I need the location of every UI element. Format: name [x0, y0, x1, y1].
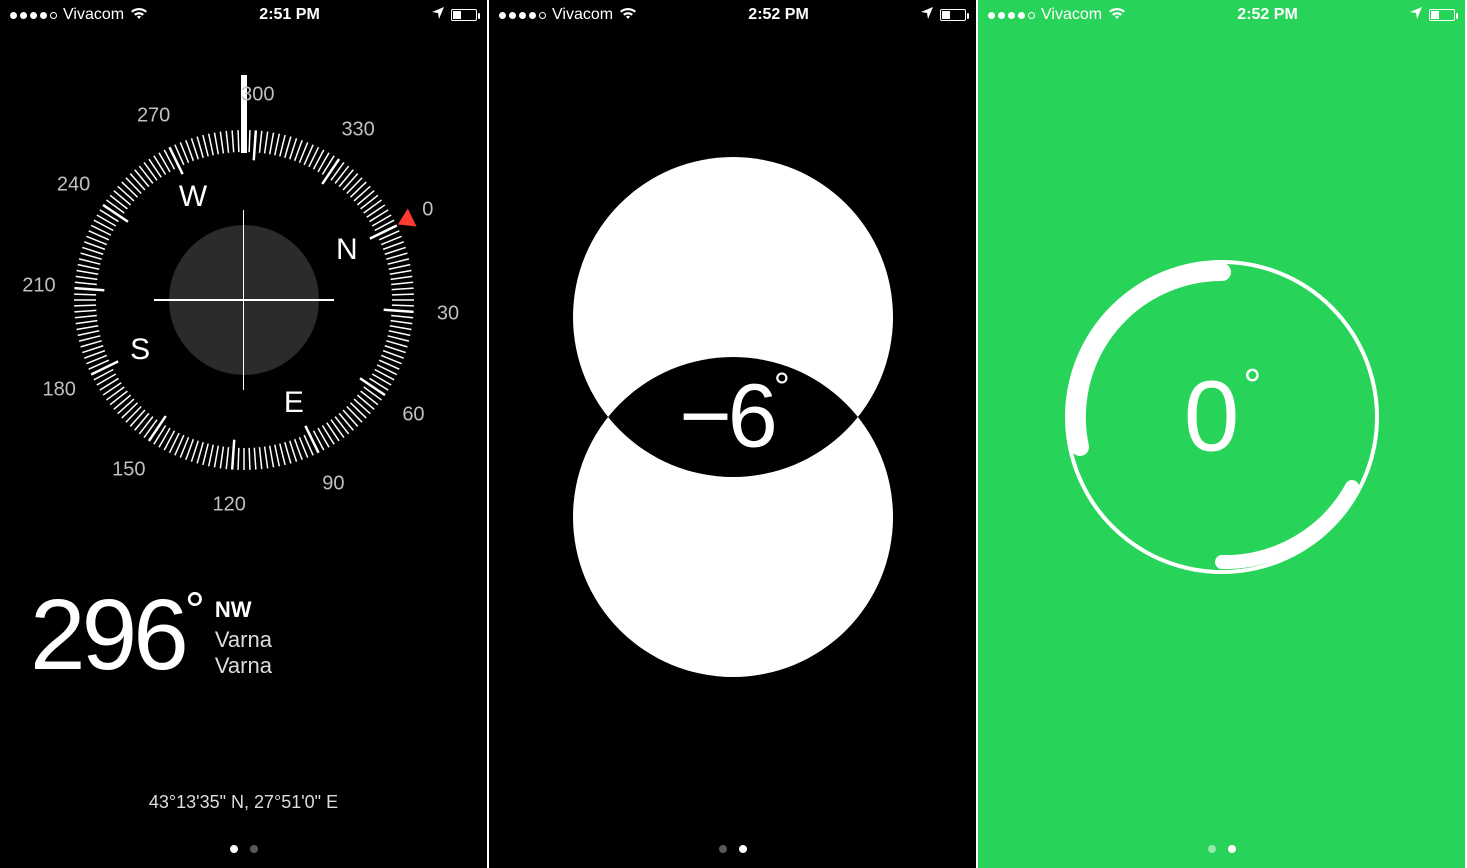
page-indicator[interactable]	[978, 845, 1465, 853]
signal-strength-icon	[10, 12, 57, 19]
signal-strength-icon	[988, 12, 1035, 19]
cardinal-label: E	[284, 386, 304, 420]
location-icon	[1409, 6, 1423, 25]
degree-label: 150	[112, 458, 145, 481]
location-region: Varna	[215, 653, 272, 679]
heading-degrees: 296°	[30, 585, 201, 685]
degree-label: 30	[437, 303, 459, 326]
coordinates-label: 43°13'35" N, 27°51'0" E	[0, 792, 487, 813]
level-screen-flat[interactable]: Vivacom 2:52 PM 0°	[978, 0, 1467, 868]
page-dot[interactable]	[250, 845, 258, 853]
cardinal-label: N	[336, 233, 358, 267]
degree-label: 180	[43, 378, 76, 401]
battery-icon	[1429, 9, 1455, 21]
page-indicator[interactable]	[489, 845, 976, 853]
location-city: Varna	[215, 627, 272, 653]
clock-label: 2:52 PM	[748, 6, 808, 24]
degree-label: 240	[57, 174, 90, 197]
clock-label: 2:51 PM	[259, 6, 319, 24]
degree-label: 90	[322, 473, 344, 496]
degree-label: 120	[213, 493, 246, 516]
page-dot[interactable]	[739, 845, 747, 853]
page-dot[interactable]	[719, 845, 727, 853]
tilt-degrees: 0°	[1184, 359, 1260, 474]
location-icon	[431, 6, 445, 25]
wifi-icon	[1108, 6, 1126, 25]
cardinal-label: W	[179, 180, 207, 214]
heading-readout: 296° NW Varna Varna	[30, 585, 457, 685]
page-dot[interactable]	[1208, 845, 1216, 853]
degree-label: 300	[241, 84, 274, 107]
degree-label: 330	[341, 119, 374, 142]
level-bubble-view: −6°	[543, 167, 923, 667]
cardinal-label: S	[130, 333, 150, 367]
wifi-icon	[130, 6, 148, 25]
compass-screen[interactable]: Vivacom 2:51 PM 0 30 60 90 120 150 180 210 240 27…	[0, 0, 489, 868]
status-bar: Vivacom 2:52 PM	[489, 0, 976, 30]
degree-label: 270	[137, 104, 170, 127]
degree-label: 60	[402, 403, 424, 426]
degree-label: 0	[422, 199, 433, 222]
page-dot[interactable]	[1228, 845, 1236, 853]
page-dot[interactable]	[230, 845, 238, 853]
level-ring-view: 0°	[1052, 247, 1392, 587]
status-bar: Vivacom 2:52 PM	[978, 0, 1465, 30]
status-bar: Vivacom 2:51 PM	[0, 0, 487, 30]
page-indicator[interactable]	[0, 845, 487, 853]
location-icon	[920, 6, 934, 25]
level-screen-tilted[interactable]: Vivacom 2:52 PM −6°	[489, 0, 978, 868]
carrier-label: Vivacom	[63, 6, 124, 24]
compass-dial[interactable]: 0306090120150180210240270300330 NESW	[34, 90, 454, 510]
clock-label: 2:52 PM	[1237, 6, 1297, 24]
battery-icon	[451, 9, 477, 21]
carrier-label: Vivacom	[552, 6, 613, 24]
heading-direction: NW	[215, 597, 272, 623]
tilt-degrees: −6°	[679, 365, 786, 468]
wifi-icon	[619, 6, 637, 25]
degree-label: 210	[22, 274, 55, 297]
signal-strength-icon	[499, 12, 546, 19]
battery-icon	[940, 9, 966, 21]
carrier-label: Vivacom	[1041, 6, 1102, 24]
